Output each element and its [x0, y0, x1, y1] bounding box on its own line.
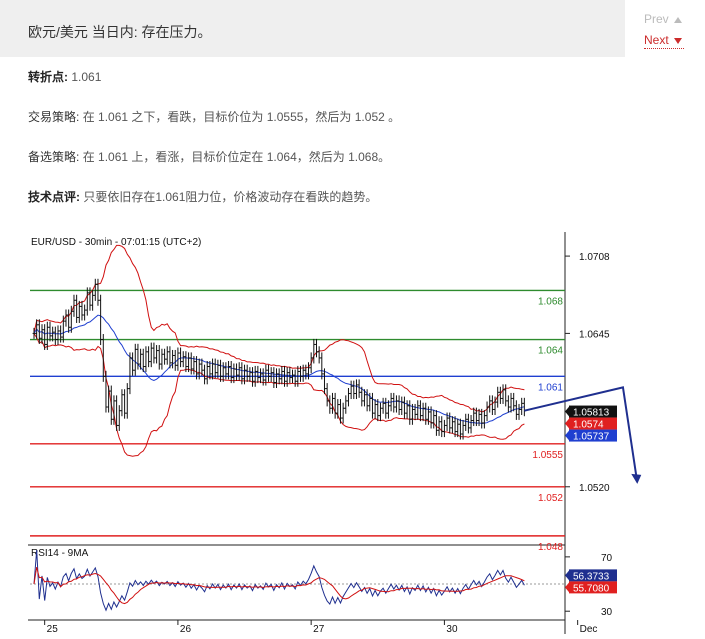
price-tag-label: 1.0574 — [573, 420, 604, 431]
alt-strategy-label: 备选策略: — [28, 150, 80, 164]
strategy-label: 交易策略: — [28, 110, 80, 124]
pivot-line: 转折点: 1.061 — [28, 68, 101, 85]
x-tick-label: Dec — [580, 624, 598, 634]
alt-strategy-line: 备选策略: 在 1.061 上，看涨，目标价位定在 1.064，然后为 1.06… — [28, 148, 390, 165]
price-tag-label: 1.05737 — [573, 432, 610, 443]
level-label: 1.068 — [538, 296, 563, 307]
comment-line: 技术点评: 只要依旧存在1.061阻力位，价格波动存在看跌的趋势。 — [28, 188, 377, 205]
pivot-label: 转折点: — [28, 70, 68, 84]
pivot-value: 1.061 — [71, 70, 102, 84]
rsi-tag-label: 56.3733 — [573, 571, 610, 582]
price-tag-pointer — [565, 405, 570, 418]
bollinger-upper-band — [33, 244, 525, 413]
level-label: 1.064 — [538, 346, 563, 357]
rsi-tag-pointer — [565, 581, 570, 594]
rsi-tag-label: 55.7080 — [573, 583, 610, 594]
rsi-tick-label: 70 — [601, 553, 613, 564]
rsi-label: RSI14 - 9MA — [31, 548, 89, 559]
x-tick-label: 30 — [446, 624, 458, 634]
price-tag-pointer — [565, 429, 570, 442]
triangle-up-icon — [673, 16, 682, 23]
page-title: 欧元/美元 当日内: 存在压力。 — [28, 24, 212, 40]
level-label: 1.061 — [538, 382, 563, 393]
pager: Prev Next — [644, 12, 684, 49]
bollinger-lower-band — [33, 333, 525, 457]
next-link[interactable]: Next — [644, 33, 684, 49]
level-label: 1.048 — [538, 542, 563, 553]
price-tag-pointer — [565, 417, 570, 430]
chart-svg: EUR/USD - 30min - 07:01:15 (UTC+2) RSI14… — [28, 232, 642, 635]
y-tick-label: 1.0520 — [579, 483, 610, 494]
strategy-line: 交易策略: 在 1.061 之下，看跌，目标价位为 1.0555，然后为 1.0… — [28, 108, 400, 125]
x-tick-label: 27 — [313, 624, 325, 634]
header-bar: 欧元/美元 当日内: 存在压力。 — [0, 0, 625, 57]
comment-label: 技术点评: — [28, 190, 80, 204]
rsi-tick-label: 30 — [601, 607, 613, 618]
price-tag-label: 1.05813 — [573, 408, 610, 419]
level-label: 1.0555 — [532, 450, 563, 461]
y-tick-label: 1.0708 — [579, 252, 610, 263]
triangle-down-icon — [673, 37, 682, 44]
prev-label: Prev — [644, 12, 669, 26]
rsi-ma-line — [33, 566, 525, 605]
comment-text: 只要依旧存在1.061阻力位，价格波动存在看跌的趋势。 — [83, 190, 378, 204]
x-tick-label: 25 — [47, 624, 59, 634]
level-label: 1.052 — [538, 493, 563, 504]
y-tick-label: 1.0645 — [579, 329, 610, 340]
forecast-arrowhead — [631, 473, 642, 484]
forex-chart: EUR/USD - 30min - 07:01:15 (UTC+2) RSI14… — [28, 232, 653, 639]
rsi-line — [33, 550, 525, 612]
alt-strategy-text: 在 1.061 上，看涨，目标价位定在 1.064，然后为 1.068。 — [82, 150, 391, 164]
next-label: Next — [644, 33, 669, 47]
strategy-text: 在 1.061 之下，看跌，目标价位为 1.0555，然后为 1.052 。 — [82, 110, 401, 124]
x-tick-label: 26 — [180, 624, 192, 634]
rsi-tag-pointer — [565, 569, 570, 582]
prev-link[interactable]: Prev — [644, 12, 684, 26]
